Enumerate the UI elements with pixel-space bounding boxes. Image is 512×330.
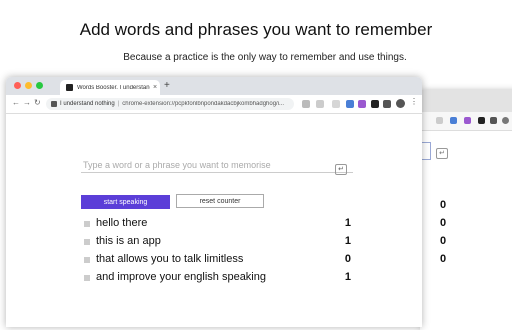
address-url: chrome-extension://pcpkfonlbnpondakdacbj… bbox=[122, 101, 285, 107]
new-tab-button[interactable]: + bbox=[164, 80, 170, 91]
tab-title: Words Booster. I understand n bbox=[77, 84, 150, 91]
phrase-count: 0 bbox=[344, 253, 351, 265]
word-input[interactable] bbox=[81, 158, 353, 173]
enter-icon[interactable]: ↵ bbox=[335, 164, 347, 175]
extension-icon bbox=[51, 101, 57, 107]
minimize-window-button[interactable] bbox=[25, 82, 32, 89]
puzzle-icon[interactable] bbox=[478, 117, 485, 124]
shield-icon[interactable] bbox=[436, 117, 443, 124]
phrase-count: 0 bbox=[440, 253, 447, 265]
hero-subtitle: Because a practice is the only way to re… bbox=[123, 52, 407, 63]
tab-bar: Words Booster. I understand n × + bbox=[6, 77, 422, 95]
shield-icon[interactable] bbox=[332, 100, 340, 108]
avatar[interactable] bbox=[502, 117, 509, 124]
phrase-count: 0 bbox=[440, 217, 447, 229]
phrase-list: hello there 1 this is an app 1 that allo… bbox=[81, 215, 351, 287]
reload-icon[interactable]: ↻ bbox=[34, 98, 41, 107]
share-icon[interactable] bbox=[302, 100, 310, 108]
phrase-text: this is an app bbox=[96, 235, 161, 247]
phrase-count: 1 bbox=[344, 271, 351, 283]
phrase-count: 1 bbox=[344, 217, 351, 229]
drag-handle-icon[interactable] bbox=[84, 221, 90, 227]
phrase-count: 1 bbox=[344, 235, 351, 247]
phrase-count: 0 bbox=[440, 235, 447, 247]
phrase-count: 0 bbox=[440, 199, 447, 211]
avatar[interactable] bbox=[396, 99, 405, 108]
list-item[interactable]: and improve your english speaking 1 bbox=[81, 269, 351, 287]
sidebar-icon[interactable] bbox=[490, 117, 497, 124]
back-arrow-icon[interactable]: ← bbox=[12, 98, 20, 107]
bookmark-star-icon[interactable] bbox=[316, 100, 324, 108]
start-speaking-button[interactable]: start speaking bbox=[81, 195, 170, 209]
drag-handle-icon[interactable] bbox=[84, 239, 90, 245]
hero-title: Add words and phrases you want to rememb… bbox=[79, 20, 433, 39]
address-bar[interactable]: I understand nothing | chrome-extension:… bbox=[46, 98, 294, 110]
phrase-text: hello there bbox=[96, 217, 148, 229]
tab-words-booster[interactable]: Words Booster. I understand n × bbox=[60, 80, 160, 95]
extension-icon[interactable] bbox=[358, 100, 366, 108]
phrase-text: that allows you to talk limitless bbox=[96, 253, 244, 265]
enter-icon[interactable]: ↵ bbox=[436, 148, 448, 159]
close-icon[interactable]: × bbox=[150, 84, 160, 91]
browser-toolbar: ← → ↻ I understand nothing | chrome-exte… bbox=[6, 95, 422, 114]
menu-kebab-icon[interactable]: ⋮ bbox=[410, 97, 418, 106]
extension-icon[interactable] bbox=[346, 100, 354, 108]
list-item[interactable]: hello there 1 bbox=[81, 215, 351, 233]
list-item[interactable]: this is an app 1 bbox=[81, 233, 351, 251]
sidebar-icon[interactable] bbox=[383, 100, 391, 108]
close-window-button[interactable] bbox=[14, 82, 21, 89]
browser-window: Words Booster. I understand n × + ← → ↻ … bbox=[6, 77, 422, 327]
puzzle-icon[interactable] bbox=[371, 100, 379, 108]
extension-icon[interactable] bbox=[464, 117, 471, 124]
background-browser-window: ↵ 0 0 0 0 bbox=[420, 90, 512, 330]
forward-arrow-icon[interactable]: → bbox=[23, 98, 31, 107]
background-tab-bar bbox=[420, 90, 512, 112]
address-separator: | bbox=[117, 101, 120, 107]
reset-counter-button[interactable]: reset counter bbox=[176, 194, 264, 208]
extension-icon[interactable] bbox=[450, 117, 457, 124]
phrase-text: and improve your english speaking bbox=[96, 271, 266, 283]
site-name: I understand nothing bbox=[60, 101, 115, 107]
app-favicon-icon bbox=[66, 84, 73, 91]
list-item[interactable]: that allows you to talk limitless 0 bbox=[81, 251, 351, 269]
maximize-window-button[interactable] bbox=[36, 82, 43, 89]
drag-handle-icon[interactable] bbox=[84, 275, 90, 281]
drag-handle-icon[interactable] bbox=[84, 257, 90, 263]
background-toolbar bbox=[420, 112, 512, 131]
